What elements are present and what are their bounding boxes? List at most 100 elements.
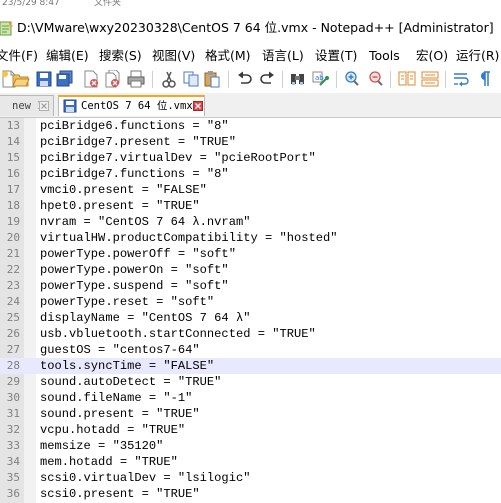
line-number: 31 (6, 407, 20, 420)
title-bar[interactable]: D:\VMware\wxy20230328\CentOS 7 64 位.vmx … (0, 12, 501, 44)
redo-icon[interactable] (258, 70, 276, 88)
tab-close-icon[interactable] (39, 101, 49, 111)
code-line[interactable]: 23 powerType.suspend = "soft" (0, 278, 501, 294)
background-folder-text: 文件夹 (94, 0, 122, 8)
line-text: sound.fileName = "-1" (40, 391, 193, 405)
print-icon[interactable] (127, 70, 145, 88)
text-editor[interactable]: 13 pciBridge6.functions = "8" 14 pciBridge7… (0, 118, 501, 503)
code-line[interactable]: 18 hpet0.present = "TRUE" (0, 198, 501, 214)
find-icon[interactable] (289, 70, 307, 88)
line-text: pciBridge7.virtualDev = "pcieRootPort" (40, 151, 316, 165)
line-text: memsize = "35120" (40, 439, 164, 453)
line-number: 14 (6, 135, 20, 148)
line-text: sound.autoDetect = "TRUE" (40, 375, 222, 389)
line-text: vmci0.present = "FALSE" (40, 183, 207, 197)
toolbar: ab (0, 68, 501, 93)
show-all-chars-icon[interactable] (475, 70, 493, 88)
line-text: usb.vbluetooth.startConnected = "TRUE" (40, 327, 316, 341)
code-line[interactable]: 14 pciBridge7.present = "TRUE" (0, 134, 501, 150)
toolbar-separator (228, 71, 229, 88)
menu-settings[interactable]: 设置(T) (315, 48, 357, 64)
menu-tools[interactable]: Tools (369, 48, 400, 64)
code-line[interactable]: 34 mem.hotadd = "TRUE" (0, 454, 501, 470)
code-line[interactable]: 35 scsi0.virtualDev = "lsilogic" (0, 470, 501, 486)
menu-bar: 文件(F) 编辑(E) 搜索(S) 视图(V) 格式(M) 语言(L) 设置(T… (0, 44, 501, 68)
code-line[interactable]: 19 nvram = "CentOS 7 64 λ.nvram" (0, 214, 501, 230)
zoom-in-icon[interactable] (343, 70, 361, 88)
line-number: 36 (6, 487, 20, 500)
saved-file-icon (63, 99, 77, 113)
line-number: 24 (6, 295, 20, 308)
code-line[interactable]: 20 virtualHW.productCompatibility = "host… (0, 230, 501, 246)
line-number: 16 (6, 167, 20, 180)
code-line[interactable]: 31 sound.present = "TRUE" (0, 406, 501, 422)
menu-file[interactable]: 文件(F) (0, 48, 38, 64)
menu-run[interactable]: 运行(R) (456, 48, 499, 64)
code-line[interactable]: 30 sound.fileName = "-1" (0, 390, 501, 406)
cut-icon[interactable] (160, 70, 178, 88)
sync-horizontal-icon[interactable] (421, 70, 439, 88)
tab-new-1[interactable]: new 1 (0, 95, 54, 116)
code-line[interactable]: 28 tools.syncTime = "FALSE" (0, 358, 501, 374)
close-icon[interactable] (82, 70, 100, 88)
line-text: scsi0.present = "TRUE" (40, 487, 200, 501)
toolbar-separator (152, 71, 153, 88)
menu-edit[interactable]: 编辑(E) (46, 48, 89, 64)
code-line[interactable]: 27 guestOS = "centos7-64" (0, 342, 501, 358)
menu-language[interactable]: 语言(L) (262, 48, 304, 64)
line-text: nvram = "CentOS 7 64 λ.nvram" (40, 215, 251, 229)
line-text: hpet0.present = "TRUE" (40, 199, 200, 213)
line-text: powerType.powerOff = "soft" (40, 247, 236, 261)
paste-icon[interactable] (203, 70, 221, 88)
line-number: 18 (6, 199, 20, 212)
line-number: 28 (6, 359, 20, 372)
menu-view[interactable]: 视图(V) (152, 48, 195, 64)
line-text: pciBridge7.present = "TRUE" (40, 135, 236, 149)
word-wrap-icon[interactable] (452, 70, 470, 88)
notepad-plus-plus-window: 23/5/29 8:47 文件夹 D:\VMware\wxy20230328\C… (0, 0, 501, 503)
line-text: powerType.reset = "soft" (40, 295, 215, 309)
line-number: 27 (6, 343, 20, 356)
line-number: 25 (6, 311, 20, 324)
background-date-text: 23/5/29 8:47 (2, 0, 60, 8)
code-line[interactable]: 32 vcpu.hotadd = "TRUE" (0, 422, 501, 438)
save-all-icon[interactable] (56, 70, 74, 88)
tab-close-icon[interactable] (193, 101, 203, 111)
line-number: 30 (6, 391, 20, 404)
code-line[interactable]: 25 displayName = "CentOS 7 64 λ" (0, 310, 501, 326)
line-text: virtualHW.productCompatibility = "hosted… (40, 231, 338, 245)
sync-vertical-icon[interactable] (398, 70, 416, 88)
code-line[interactable]: 24 powerType.reset = "soft" (0, 294, 501, 310)
toolbar-separator (336, 71, 337, 88)
code-line[interactable]: 22 powerType.powerOn = "soft" (0, 262, 501, 278)
code-line[interactable]: 21 powerType.powerOff = "soft" (0, 246, 501, 262)
copy-icon[interactable] (182, 70, 200, 88)
line-text: powerType.suspend = "soft" (40, 279, 229, 293)
code-line[interactable]: 13 pciBridge6.functions = "8" (0, 118, 501, 134)
code-line[interactable]: 16 pciBridge7.functions = "8" (0, 166, 501, 182)
code-line[interactable]: 29 sound.autoDetect = "TRUE" (0, 374, 501, 390)
line-number: 22 (6, 263, 20, 276)
background-window-strip: 23/5/29 8:47 文件夹 (0, 0, 501, 12)
line-text: guestOS = "centos7-64" (40, 343, 200, 357)
line-text: tools.syncTime = "FALSE" (40, 359, 215, 373)
open-file-icon[interactable] (12, 70, 30, 88)
line-number: 15 (6, 151, 20, 164)
notepad-plus-plus-icon (0, 21, 13, 36)
menu-format[interactable]: 格式(M) (205, 48, 251, 64)
code-line[interactable]: 36 scsi0.present = "TRUE" (0, 486, 501, 502)
code-line[interactable]: 15 pciBridge7.virtualDev = "pcieRootPort" (0, 150, 501, 166)
zoom-out-icon[interactable] (367, 70, 385, 88)
line-text: pciBridge6.functions = "8" (40, 119, 229, 133)
code-line[interactable]: 17 vmci0.present = "FALSE" (0, 182, 501, 198)
undo-icon[interactable] (236, 70, 254, 88)
menu-search[interactable]: 搜索(S) (99, 48, 142, 64)
close-all-icon[interactable] (104, 70, 122, 88)
replace-icon[interactable]: ab (312, 70, 330, 88)
line-number: 23 (6, 279, 20, 292)
code-line[interactable]: 33 memsize = "35120" (0, 438, 501, 454)
code-line[interactable]: 26 usb.vbluetooth.startConnected = "TRUE" (0, 326, 501, 342)
save-icon[interactable] (35, 70, 53, 88)
menu-macro[interactable]: 宏(O) (416, 48, 448, 64)
tab-centos-vmx[interactable]: CentOS 7 64 位.vmx (58, 95, 205, 116)
